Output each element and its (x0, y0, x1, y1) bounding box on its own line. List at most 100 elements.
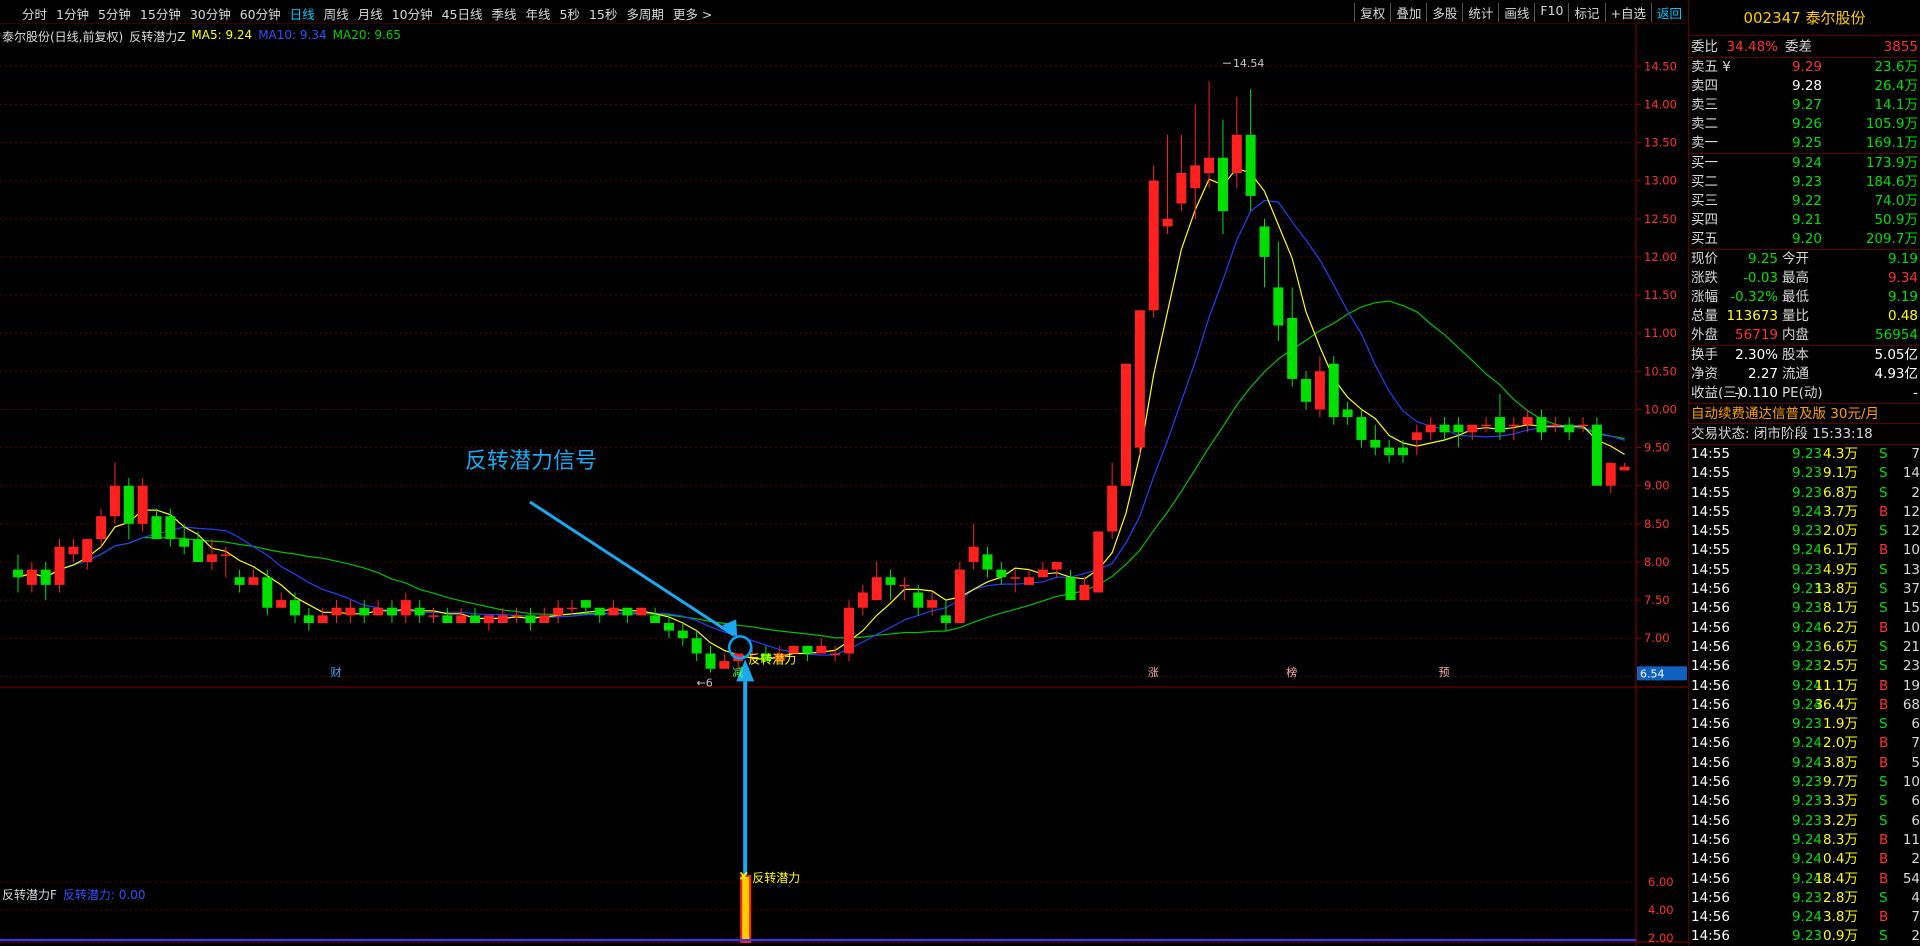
period-tab-5[interactable]: 60分钟 (240, 4, 281, 23)
bid-level-4-volume: 50.9万 (1874, 212, 1918, 228)
tick-time: 14:55 (1691, 542, 1730, 559)
tick-count: 7 (1911, 909, 1920, 926)
tool-button-3[interactable]: 统计 (1462, 3, 1498, 22)
tick-list[interactable]: 14:55 9.23 4.3万 S 7 14:55 9.23 9.1万 S 14 14:55 9.23… (1689, 445, 1920, 946)
candle-body (968, 546, 979, 562)
tick-time: 14:56 (1691, 735, 1730, 752)
tick-volume: 18.4万 (1814, 870, 1858, 887)
tick-row: 14:56 9.24 0.4万 B 2 (1689, 850, 1920, 869)
tick-row: 14:56 9.23 8.1万 S 15 (1689, 599, 1920, 618)
ma20-line (17, 300, 1625, 639)
period-tab-9[interactable]: 10分钟 (392, 4, 433, 23)
weibi-row: 委比 34.48% 委差 3855 (1689, 36, 1920, 58)
candle-body (165, 516, 176, 540)
kline-chart[interactable]: 14.50 14.00 13.50 13.00 12.50 12.00 11.50 11.00… (0, 24, 1688, 946)
tick-price: 9.23 (1791, 793, 1822, 810)
tool-button-8[interactable]: 返回 (1650, 3, 1687, 22)
tick-price: 9.23 (1791, 716, 1822, 733)
period-tab-8[interactable]: 月线 (358, 4, 383, 23)
tick-volume: 3.8万 (1823, 909, 1858, 926)
tick-volume: 3.2万 (1823, 812, 1858, 829)
sub-indicator-name[interactable]: 反转潜力F (2, 886, 57, 903)
tick-row: 14:56 9.24 3.8万 B 5 (1689, 754, 1920, 773)
tool-button-2[interactable]: 多股 (1426, 3, 1462, 22)
period-tab-2[interactable]: 5分钟 (98, 4, 131, 23)
tick-price: 9.23 (1791, 928, 1822, 945)
period-tab-14[interactable]: 15秒 (589, 4, 617, 23)
candle-body (303, 615, 314, 623)
tick-count: 14 (1902, 465, 1920, 482)
tick-time: 14:55 (1691, 561, 1730, 578)
period-tab-13[interactable]: 5秒 (560, 4, 580, 23)
tick-direction: S (1879, 774, 1888, 791)
tick-volume: 2.0万 (1823, 523, 1858, 540)
stat-label-a-1: 涨跌 (1691, 270, 1718, 286)
tick-time: 14:56 (1691, 677, 1730, 694)
tool-button-1[interactable]: 叠加 (1390, 3, 1426, 22)
tick-direction: B (1879, 503, 1889, 520)
period-tab-12[interactable]: 年线 (526, 4, 551, 23)
tick-volume: 0.9万 (1823, 928, 1858, 945)
bid-level-1-label: 买一 (1691, 155, 1718, 171)
ask-level-3-label: 卖三 (1691, 97, 1718, 113)
ask-level-2-volume: 105.9万 (1865, 116, 1918, 132)
tick-row: 14:56 9.23 13.8万 S 37 (1689, 580, 1920, 599)
tick-row: 14:56 9.23 2.5万 S 23 (1689, 657, 1920, 676)
tick-row: 14:56 9.24 11.1万 B 19 (1689, 677, 1920, 696)
tool-button-4[interactable]: 画线 (1498, 3, 1534, 22)
period-tab-16[interactable]: 更多 > (673, 4, 712, 23)
chart-tool-buttons: 复权 叠加 多股 统计 画线 F10 标记 +自选 返回 (1354, 3, 1687, 22)
share-label-a-0: 换手 (1691, 347, 1718, 363)
ask-level-4-volume: 26.4万 (1874, 78, 1918, 94)
ask-level-2-label: 卖二 (1691, 116, 1718, 132)
tick-volume: 6.2万 (1823, 619, 1858, 636)
period-tab-4[interactable]: 30分钟 (190, 4, 231, 23)
tick-row: 14:56 9.23 0.9万 S 2 (1689, 927, 1920, 946)
tick-direction: B (1879, 831, 1889, 848)
stat-row-0: 现价 9.25 今开 9.19 (1689, 250, 1920, 269)
tool-button-6[interactable]: 标记 (1568, 3, 1604, 22)
tick-direction: S (1879, 638, 1888, 655)
candle-body (913, 592, 924, 608)
stat-label-b-4: 内盘 (1782, 327, 1809, 343)
candle-body (567, 607, 577, 610)
period-tab-15[interactable]: 多周期 (626, 4, 664, 23)
tick-count: 6 (1911, 793, 1920, 810)
y-tick-label: 11.50 (1644, 288, 1677, 302)
share-label-b-2: PE(动) (1782, 385, 1823, 401)
share-label-a-1: 净资 (1691, 366, 1718, 382)
period-tab-6[interactable]: 日线 (290, 4, 315, 23)
period-tab-3[interactable]: 15分钟 (140, 4, 181, 23)
tool-button-5[interactable]: F10 (1534, 3, 1568, 22)
tick-volume: 4.3万 (1823, 446, 1858, 462)
tool-button-0[interactable]: 复权 (1354, 3, 1390, 22)
promo-banner[interactable]: 自动续费通达信普及版 30元/月 (1689, 404, 1920, 424)
candle-body (234, 577, 245, 585)
stat-label-b-0: 今开 (1782, 251, 1809, 267)
candle-body (691, 638, 702, 654)
period-tab-7[interactable]: 周线 (324, 4, 349, 23)
candle-body (1398, 447, 1408, 456)
period-tab-0[interactable]: 分时 (22, 4, 47, 23)
tick-volume: 2.5万 (1823, 658, 1858, 675)
period-tab-11[interactable]: 季线 (492, 4, 517, 23)
candle-body (206, 554, 217, 562)
price-stats: 现价 9.25 今开 9.19 涨跌 -0.03 最高 9.34 涨幅 -0.32% 最低 9.19 总… (1689, 250, 1920, 346)
tick-price: 9.24 (1791, 851, 1822, 868)
tick-row: 14:56 9.24 2.0万 B 7 (1689, 734, 1920, 753)
y-tick-label: 13.50 (1644, 136, 1677, 150)
stat-row-2: 涨幅 -0.32% 最低 9.19 (1689, 288, 1920, 307)
tick-direction: S (1879, 581, 1888, 598)
period-tab-1[interactable]: 1分钟 (56, 4, 89, 23)
ask-level-3-volume: 14.1万 (1874, 97, 1918, 113)
period-tab-10[interactable]: 45日线 (442, 4, 483, 23)
tick-row: 14:56 9.23 1.9万 S 6 (1689, 715, 1920, 734)
tool-button-7[interactable]: +自选 (1604, 3, 1651, 22)
candle-body (1508, 424, 1519, 427)
stat-value-a-0: 9.25 (1747, 251, 1778, 267)
tick-time: 14:56 (1691, 812, 1730, 829)
tick-count: 54 (1902, 870, 1920, 887)
stat-row-3: 总量 113673 量比 0.48 (1689, 307, 1920, 326)
tick-price: 9.23 (1791, 465, 1822, 482)
tick-direction: S (1879, 484, 1888, 501)
